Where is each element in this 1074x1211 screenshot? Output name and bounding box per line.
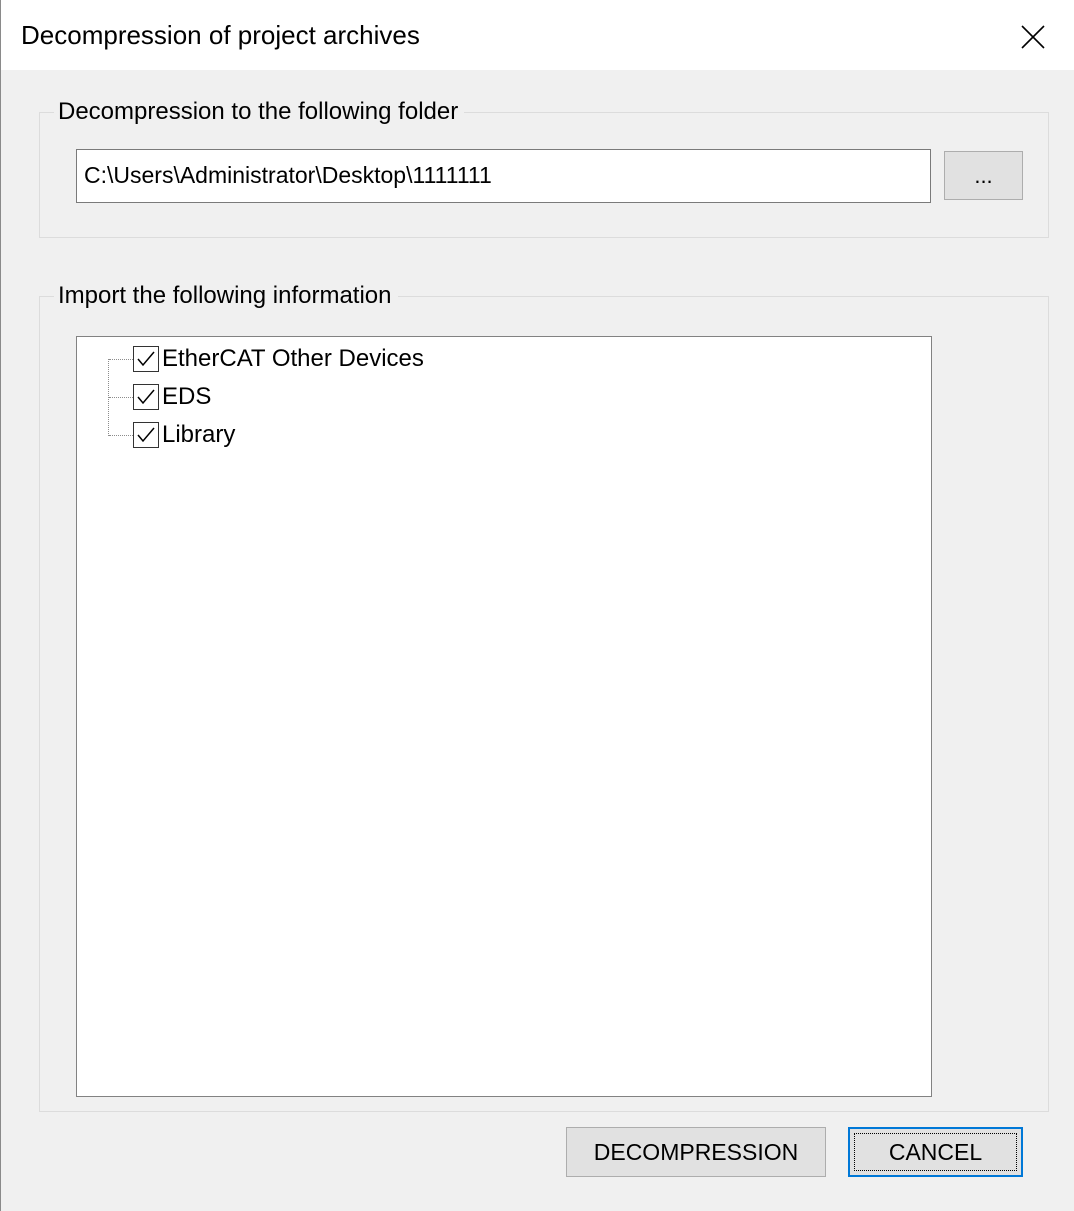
tree-item-label: EDS <box>162 383 212 410</box>
checkbox[interactable] <box>133 384 159 410</box>
title-bar: Decompression of project archives <box>1 0 1074 70</box>
destination-group-label: Decompression to the following folder <box>54 97 465 127</box>
cancel-button-label: CANCEL <box>888 1139 983 1165</box>
checkmark-icon <box>137 389 155 405</box>
checkbox[interactable] <box>133 346 159 372</box>
tree-item-label: EtherCAT Other Devices <box>162 345 424 372</box>
browse-folder-button[interactable]: ... <box>944 151 1023 200</box>
close-button[interactable] <box>1004 12 1062 62</box>
cancel-button[interactable]: CANCEL <box>848 1127 1023 1177</box>
close-x-icon <box>1021 25 1045 49</box>
destination-path-input[interactable] <box>76 149 931 203</box>
checkbox[interactable] <box>133 422 159 448</box>
import-items-tree: EtherCAT Other Devices EDS Library <box>76 336 932 1097</box>
dialog-title: Decompression of project archives <box>21 20 420 50</box>
checkmark-icon <box>137 351 155 367</box>
tree-connector-line <box>109 397 133 398</box>
tree-connector-line <box>109 359 133 360</box>
decompression-dialog: Decompression of project archives Decomp… <box>0 0 1074 1211</box>
checkmark-icon <box>137 427 155 443</box>
tree-item-label: Library <box>162 421 236 448</box>
import-group-label: Import the following information <box>54 281 398 311</box>
decompression-button[interactable]: DECOMPRESSION <box>566 1127 826 1177</box>
tree-connector-line <box>109 435 133 436</box>
